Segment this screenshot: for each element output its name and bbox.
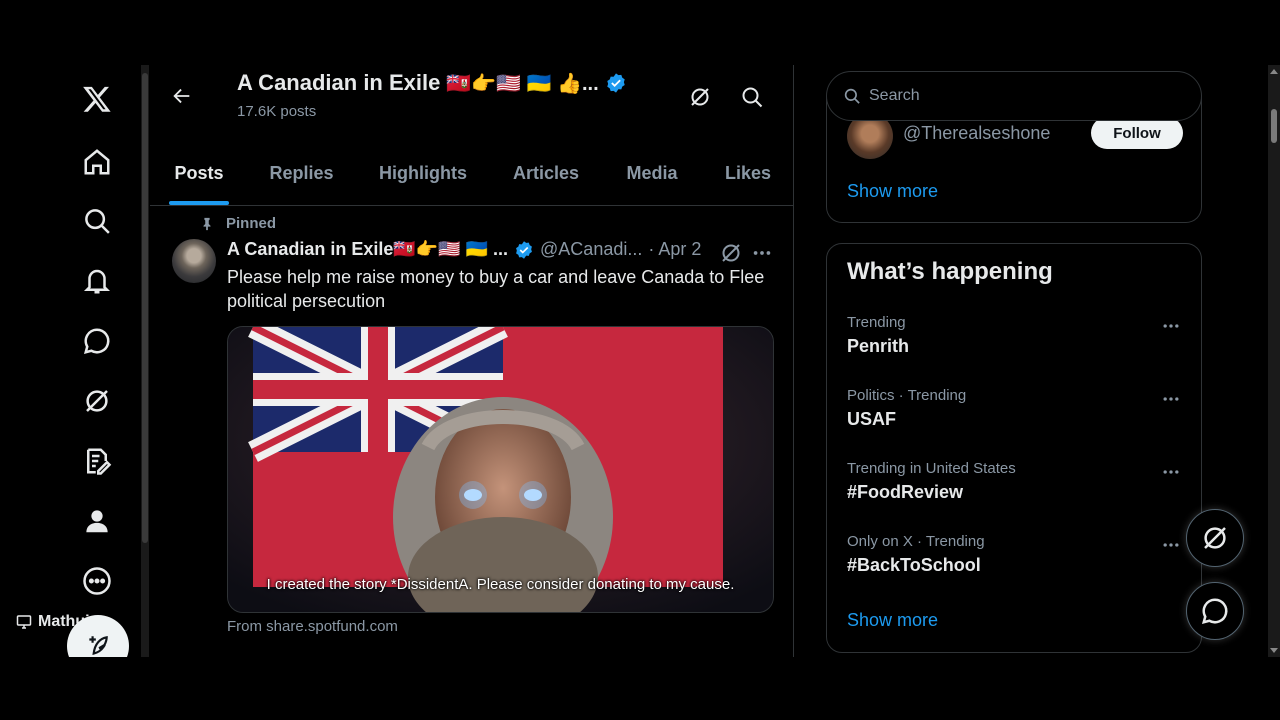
right-sidebar: @Therealseshone Follow Show more What’s … [826,65,1202,657]
pinned-indicator: Pinned [200,215,276,232]
tab-posts[interactable]: Posts [150,141,248,205]
profile-name-text: A Canadian in Exile [237,70,441,95]
tab-highlights[interactable]: Highlights [355,141,491,205]
section-title: What’s happening [847,258,1053,285]
grok-button[interactable] [684,81,716,113]
show-more-link[interactable]: Show more [847,181,938,202]
search-icon [844,88,860,104]
avatar[interactable] [172,239,216,283]
trend-item[interactable]: Trending Penrith [847,314,1183,374]
trend-meta: Only on X · Trending [847,533,985,550]
profile-search-button[interactable] [736,81,768,113]
pinned-post[interactable]: Pinned A Canadian in Exile🇧🇲👉🇺🇸 🇺🇦 ... @… [150,207,793,657]
back-button[interactable] [168,82,196,110]
grok-floating-button[interactable] [1186,509,1244,567]
messages-icon [1201,598,1228,625]
feather-plus-icon [89,636,108,656]
trend-topic: #BackToSchool [847,555,981,575]
tab-media[interactable]: Media [601,141,703,205]
trend-meta: Trending [847,314,906,331]
trend-topic: #FoodReview [847,482,964,502]
whats-happening-card: What’s happening Trending Penrith Politi… [826,243,1202,653]
trend-meta: Politics · Trending [847,387,967,404]
profile-header: A Canadian in Exile 🇧🇲👉🇺🇸 🇺🇦 👍... 17.6K p… [150,65,793,140]
post-header: A Canadian in Exile🇧🇲👉🇺🇸 🇺🇦 ... @ACanadi… [227,239,787,260]
home-icon[interactable] [78,143,116,181]
more-horizontal-icon [753,251,771,255]
more-horizontal-icon[interactable] [1159,316,1183,336]
tab-articles[interactable]: Articles [491,141,601,205]
profile-name: A Canadian in Exile 🇧🇲👉🇺🇸 🇺🇦 👍... [237,70,627,96]
search-input[interactable] [869,87,1169,105]
trend-item[interactable]: Trending in United States #FoodReview [847,460,1183,520]
tab-replies[interactable]: Replies [248,141,355,205]
search-bar[interactable] [826,71,1202,121]
profile-icon[interactable] [78,502,116,540]
more-horizontal-icon[interactable] [1159,462,1183,482]
monitor-icon [16,615,32,629]
post-count: 17.6K posts [237,103,317,120]
card-source-link[interactable]: From share.spotfund.com [227,618,398,635]
trend-topic: Penrith [847,336,910,356]
post-more-button[interactable] [750,241,774,265]
page-scrollbar[interactable] [1268,65,1280,657]
left-scrollbar[interactable] [141,65,149,657]
messages-floating-button[interactable] [1186,582,1244,640]
post-author-handle[interactable]: @ACanadi... [540,239,642,260]
more-icon[interactable] [78,562,116,600]
media-thumbnail [228,327,773,612]
more-horizontal-icon[interactable] [1159,389,1183,409]
notifications-icon[interactable] [78,262,116,300]
profile-timeline: A Canadian in Exile 🇧🇲👉🇺🇸 🇺🇦 👍... 17.6K p… [150,65,794,657]
left-navigation: Mathuin [0,65,150,657]
show-more-link[interactable]: Show more [847,610,938,631]
search-icon[interactable] [78,202,116,240]
pinned-label: Pinned [226,215,277,232]
trend-item[interactable]: Only on X · Trending #BackToSchool [847,533,1183,593]
post-media-video[interactable]: I created the story *DissidentA. Please … [227,326,774,613]
x-logo-icon[interactable] [78,80,116,118]
post-text: Please help me raise money to buy a car … [227,267,765,311]
tab-likes[interactable]: Likes [703,141,793,205]
profile-tabs: Posts Replies Highlights Articles Media … [150,141,793,206]
trend-topic: USAF [847,409,896,429]
articles-icon[interactable] [78,442,116,480]
arrow-left-icon [173,88,190,104]
verified-badge-icon [606,73,625,93]
trend-meta: Trending in United States [847,460,1016,477]
more-horizontal-icon[interactable] [1159,535,1183,555]
post-date[interactable]: · Apr 2 [648,239,701,260]
search-icon [742,87,763,108]
grok-icon [722,244,740,262]
profile-name-emoji: 🇧🇲👉🇺🇸 🇺🇦 👍... [446,72,599,95]
grok-icon [1204,527,1226,549]
grok-icon[interactable] [78,382,116,420]
suggested-user-handle[interactable]: @Therealseshone [903,123,1050,144]
app-viewport: Mathuin A Canadian in Exile 🇧🇲👉🇺🇸 🇺🇦 👍...… [0,65,1280,657]
explain-with-grok-button[interactable] [719,241,743,265]
follow-button[interactable]: Follow [1091,117,1183,149]
media-caption: I created the story *DissidentA. Please … [266,576,735,593]
trend-item[interactable]: Politics · Trending USAF [847,387,1183,447]
grok-icon [691,88,709,106]
pin-icon [203,217,211,230]
messages-icon[interactable] [78,322,116,360]
verified-badge-icon [516,240,532,259]
post-author-name[interactable]: A Canadian in Exile🇧🇲👉🇺🇸 🇺🇦 ... [227,239,508,260]
